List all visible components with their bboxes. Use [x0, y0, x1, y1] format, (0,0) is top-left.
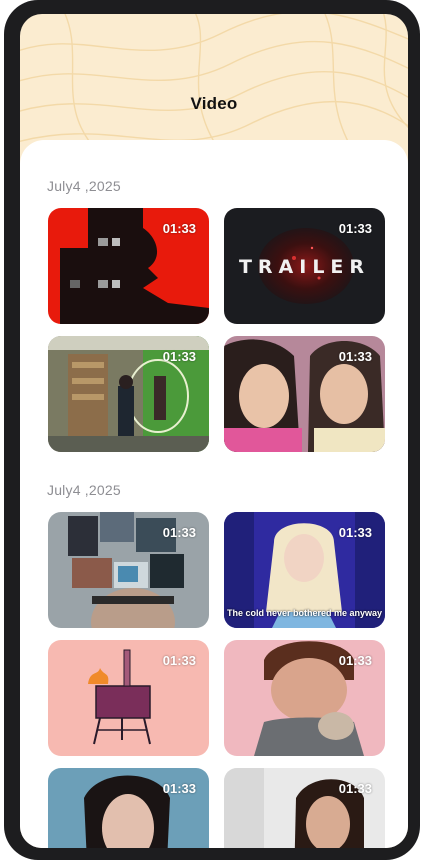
video-thumbnail[interactable]: 01:33 — [48, 336, 209, 452]
page-title: Video — [190, 94, 238, 113]
video-thumbnail[interactable]: TRAILER 01:33 — [224, 208, 385, 324]
video-thumbnail-image — [48, 768, 209, 848]
video-duration: 01:33 — [338, 781, 372, 796]
video-thumbnail[interactable]: The cold never bothered me anyway 01:33 — [224, 512, 385, 628]
video-list-panel: July4 ,2025 01:33 TRAILER 01:33 01:33 01… — [20, 140, 408, 848]
video-thumbnail[interactable]: 01:33 — [224, 336, 385, 452]
video-duration: 01:33 — [338, 653, 372, 668]
section-date: July4 ,2025 — [47, 482, 121, 498]
video-thumbnail-image — [224, 768, 385, 848]
video-duration: 01:33 — [162, 653, 196, 668]
video-duration: 01:33 — [162, 349, 196, 364]
video-thumbnail[interactable]: 01:33 — [224, 640, 385, 756]
video-duration: 01:33 — [338, 349, 372, 364]
trailer-overlay-text: TRAILER — [238, 256, 371, 278]
device-frame: Video July4 ,2025 01:33 TRAILER 01:33 01… — [4, 0, 420, 860]
app-screen: Video July4 ,2025 01:33 TRAILER 01:33 01… — [20, 14, 408, 848]
video-thumbnail[interactable]: 01:33 — [48, 208, 209, 324]
video-duration: 01:33 — [338, 525, 372, 540]
video-duration: 01:33 — [338, 221, 372, 236]
video-duration: 01:33 — [162, 781, 196, 796]
video-thumbnail[interactable]: 01:33 — [224, 768, 385, 848]
section-date: July4 ,2025 — [47, 178, 121, 194]
video-thumbnail[interactable]: 01:33 — [48, 512, 209, 628]
video-duration: 01:33 — [162, 221, 196, 236]
video-subtitle: The cold never bothered me anyway — [226, 608, 383, 618]
video-thumbnail[interactable]: 01:33 — [48, 768, 209, 848]
video-thumbnail[interactable]: 01:33 — [48, 640, 209, 756]
video-duration: 01:33 — [162, 525, 196, 540]
